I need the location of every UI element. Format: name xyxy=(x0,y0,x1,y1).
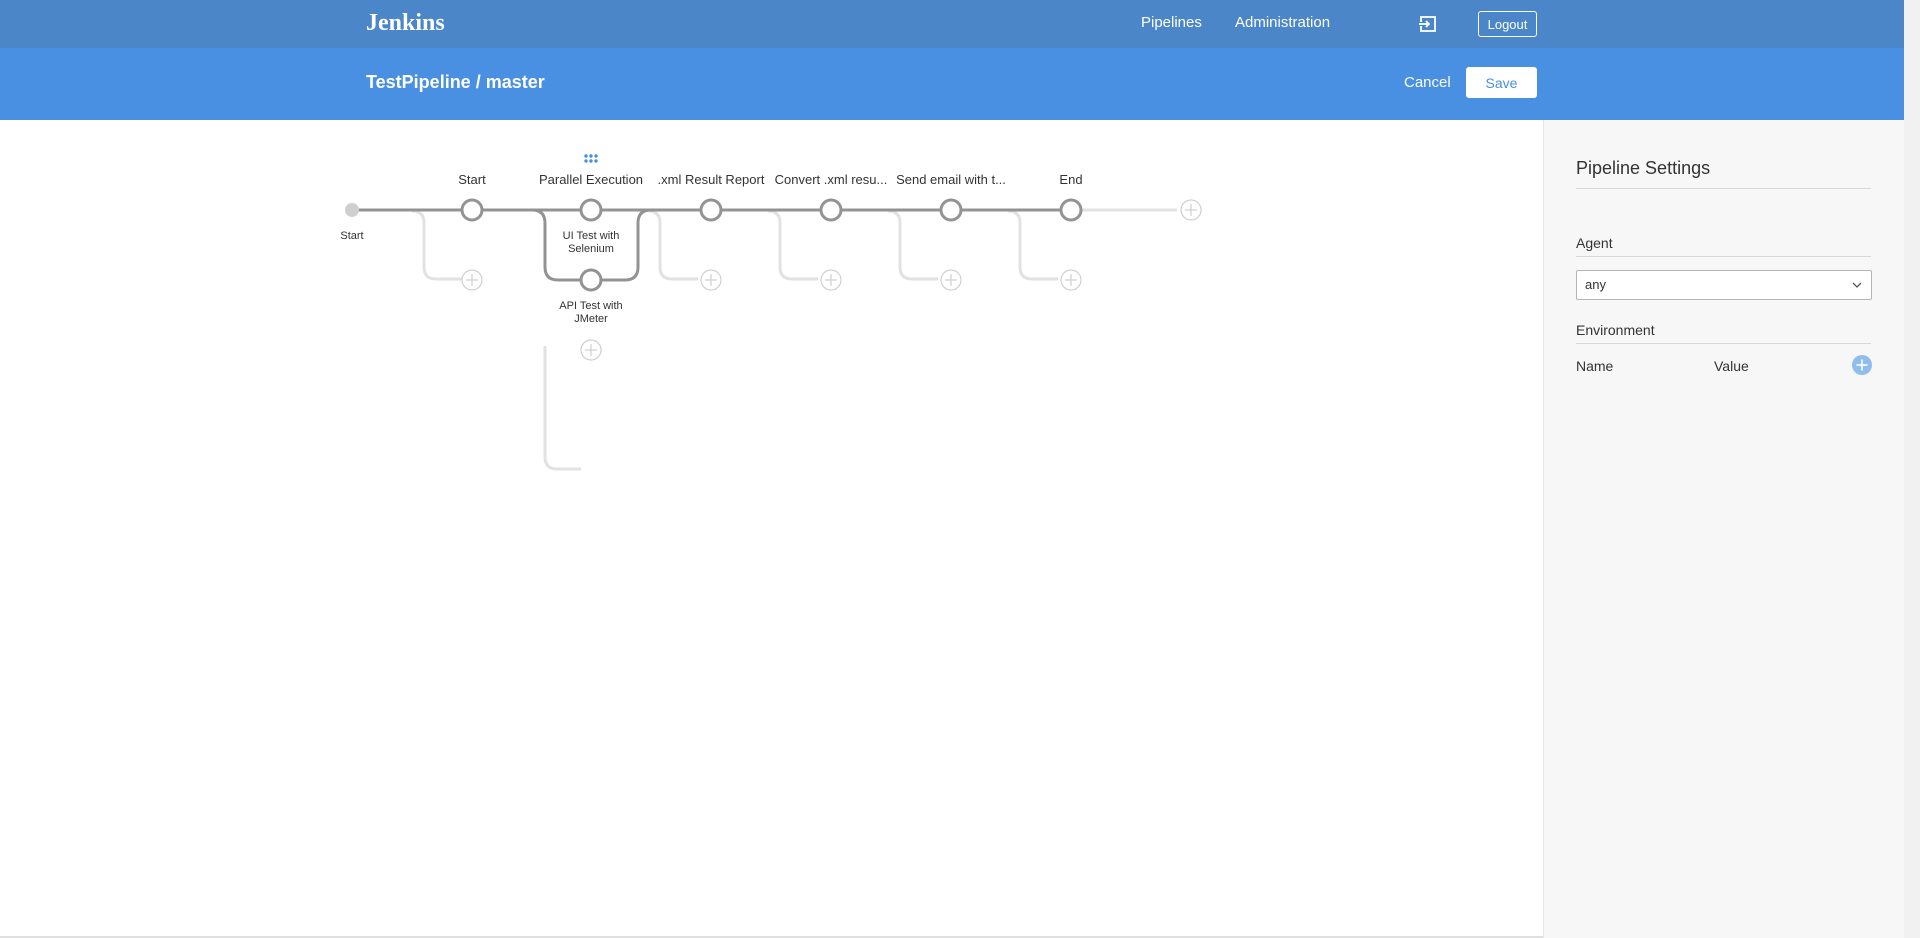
top-navigation-bar: Jenkins Pipelines Administration Logout xyxy=(0,0,1904,48)
cancel-button[interactable]: Cancel xyxy=(1404,74,1451,91)
stage-node-api-test[interactable] xyxy=(579,268,603,292)
plus-circle-icon[interactable] xyxy=(1180,199,1202,221)
stage-label-convert-xml[interactable]: Convert .xml resu... xyxy=(775,172,888,187)
stage-node-send-email[interactable] xyxy=(939,198,963,222)
divider xyxy=(1576,188,1871,189)
start-node-label: Start xyxy=(340,230,363,242)
branch-label-ui-test-line1[interactable]: UI Test with xyxy=(563,230,620,242)
plus-circle-icon[interactable] xyxy=(461,269,483,291)
pipeline-graph: Start Start Parallel Execution .xml Resu… xyxy=(340,154,1202,471)
divider xyxy=(1576,343,1871,344)
pipeline-editor-header: TestPipeline / master Cancel Save xyxy=(0,48,1904,120)
plus-circle-icon[interactable] xyxy=(940,269,962,291)
jenkins-logo[interactable]: Jenkins xyxy=(366,10,445,37)
pipeline-graph-canvas: Start Start Parallel Execution .xml Resu… xyxy=(0,120,1543,938)
env-column-value: Value xyxy=(1714,358,1749,374)
divider xyxy=(1576,256,1871,257)
scrollbar[interactable] xyxy=(1904,0,1920,938)
plus-circle-icon[interactable] xyxy=(1060,269,1082,291)
nav-pipelines[interactable]: Pipelines xyxy=(1141,14,1202,31)
chevron-down-icon xyxy=(1852,282,1862,288)
agent-select[interactable]: any xyxy=(1576,270,1872,300)
stage-node-start[interactable] xyxy=(460,198,484,222)
exit-icon[interactable] xyxy=(1418,14,1438,34)
stage-node-convert-xml[interactable] xyxy=(819,198,843,222)
stage-node-ui-test[interactable] xyxy=(579,198,603,222)
nav-administration[interactable]: Administration xyxy=(1235,14,1330,31)
branch-label-api-test-line2[interactable]: JMeter xyxy=(574,313,608,325)
env-column-name: Name xyxy=(1576,358,1614,374)
stage-label-send-email[interactable]: Send email with t... xyxy=(896,172,1006,187)
stage-node-xml-report[interactable] xyxy=(699,198,723,222)
environment-label: Environment xyxy=(1576,322,1655,338)
plus-circle-icon[interactable] xyxy=(820,269,842,291)
plus-circle-icon[interactable] xyxy=(700,269,722,291)
agent-label: Agent xyxy=(1576,235,1613,251)
save-button[interactable]: Save xyxy=(1466,67,1537,98)
page-title: TestPipeline / master xyxy=(366,72,545,92)
panel-title: Pipeline Settings xyxy=(1576,158,1711,178)
add-environment-icon[interactable] xyxy=(1852,355,1872,375)
stage-label-parallel[interactable]: Parallel Execution xyxy=(539,172,643,187)
stage-label-start[interactable]: Start xyxy=(458,172,486,187)
stage-label-end[interactable]: End xyxy=(1059,172,1082,187)
stage-node-end[interactable] xyxy=(1059,198,1083,222)
branch-label-api-test-line1[interactable]: API Test with xyxy=(559,300,622,312)
pipeline-settings-panel: Pipeline Settings Agent any Environment … xyxy=(1543,120,1904,938)
branch-label-ui-test-line2[interactable]: Selenium xyxy=(568,243,614,255)
start-node xyxy=(345,203,359,217)
stage-label-xml-report[interactable]: .xml Result Report xyxy=(658,172,765,187)
grip-icon[interactable] xyxy=(584,154,598,163)
agent-select-value: any xyxy=(1585,277,1606,292)
logout-button[interactable]: Logout xyxy=(1478,11,1537,37)
plus-circle-icon[interactable] xyxy=(580,339,602,361)
